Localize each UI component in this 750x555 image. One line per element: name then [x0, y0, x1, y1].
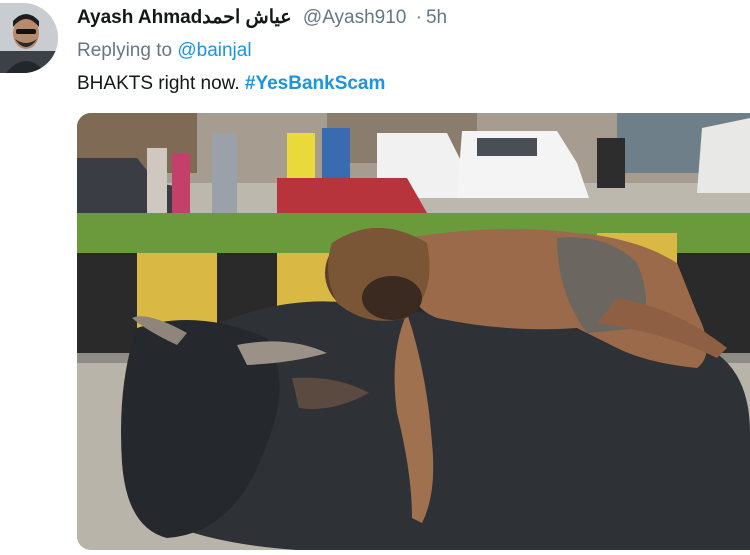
replying-to-line: Replying to @bainjal — [77, 39, 252, 63]
display-name-arabic[interactable]: عياش احمد — [202, 7, 291, 28]
replying-to-link[interactable]: @bainjal — [177, 40, 251, 61]
avatar[interactable] — [0, 3, 58, 73]
photo-icon — [77, 113, 750, 550]
hashtag-link[interactable]: #YesBankScam — [245, 73, 386, 94]
display-name[interactable]: Ayash Ahmad — [77, 7, 202, 28]
timestamp[interactable]: 5h — [426, 7, 447, 28]
separator-dot: · — [415, 7, 422, 28]
tweet-photo[interactable] — [77, 113, 750, 550]
replying-to-label: Replying to — [77, 40, 173, 61]
tweet-text: BHAKTS right now. #YesBankScam — [77, 72, 385, 96]
user-handle[interactable]: @Ayash910 — [303, 7, 406, 28]
tweet-header: Ayash Ahmadعياش احمد @Ayash910 · 5h — [77, 6, 447, 30]
tweet-body: BHAKTS right now. — [77, 73, 240, 94]
